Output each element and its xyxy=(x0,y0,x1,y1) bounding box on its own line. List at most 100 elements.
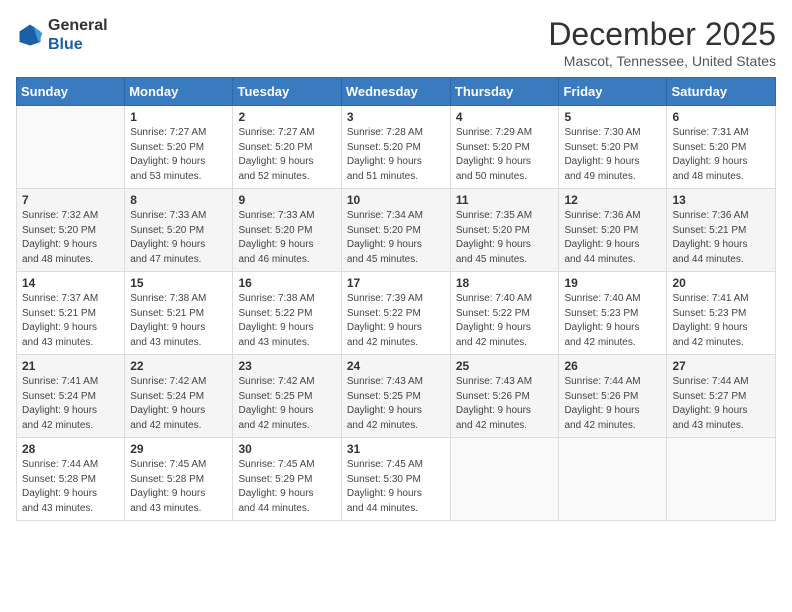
day-number: 14 xyxy=(22,276,119,290)
day-info: Sunrise: 7:35 AMSunset: 5:20 PMDaylight:… xyxy=(456,209,554,267)
day-info: Sunrise: 7:44 AMSunset: 5:28 PMDaylight:… xyxy=(22,458,119,516)
calendar-cell: 20Sunrise: 7:41 AMSunset: 5:23 PMDayligh… xyxy=(667,272,776,355)
calendar-cell: 8 Sunrise: 7:33 AMSunset: 5:20 PMDaylight… xyxy=(125,189,233,272)
day-info: Sunrise: 7:42 AMSunset: 5:24 PMDaylight:… xyxy=(130,375,227,433)
day-number: 20 xyxy=(672,276,770,290)
day-info: Sunrise: 7:39 AMSunset: 5:22 PMDaylight:… xyxy=(347,292,445,350)
calendar-cell: 14 Sunrise: 7:37 AMSunset: 5:21 PMDayligh… xyxy=(17,272,125,355)
calendar-cell: 31 Sunrise: 7:45 AMSunset: 5:30 PMDayligh… xyxy=(341,438,450,521)
day-number: 17 xyxy=(347,276,445,290)
day-number: 13 xyxy=(672,193,770,207)
day-info: Sunrise: 7:34 AMSunset: 5:20 PMDaylight:… xyxy=(347,209,445,267)
day-info: Sunrise: 7:31 AMSunset: 5:20 PMDaylight:… xyxy=(672,126,770,184)
calendar-cell: 11 Sunrise: 7:35 AMSunset: 5:20 PMDayligh… xyxy=(450,189,559,272)
day-number: 2 xyxy=(238,110,335,124)
day-info: Sunrise: 7:42 AMSunset: 5:25 PMDaylight:… xyxy=(238,375,335,433)
calendar-cell xyxy=(667,438,776,521)
day-info: Sunrise: 7:28 AMSunset: 5:20 PMDaylight:… xyxy=(347,126,445,184)
day-number: 5 xyxy=(564,110,661,124)
calendar-cell: 5 Sunrise: 7:30 AMSunset: 5:20 PMDaylight… xyxy=(559,106,667,189)
day-number: 28 xyxy=(22,442,119,456)
weekday-header: Thursday xyxy=(450,78,559,106)
calendar-cell: 26 Sunrise: 7:44 AMSunset: 5:26 PMDayligh… xyxy=(559,355,667,438)
calendar-cell: 21Sunrise: 7:41 AMSunset: 5:24 PMDayligh… xyxy=(17,355,125,438)
logo-icon xyxy=(16,21,44,49)
day-number: 22 xyxy=(130,359,227,373)
weekday-header: Sunday xyxy=(17,78,125,106)
calendar-cell xyxy=(559,438,667,521)
day-info: Sunrise: 7:33 AMSunset: 5:20 PMDaylight:… xyxy=(130,209,227,267)
calendar-cell: 17 Sunrise: 7:39 AMSunset: 5:22 PMDayligh… xyxy=(341,272,450,355)
day-info: Sunrise: 7:33 AMSunset: 5:20 PMDaylight:… xyxy=(238,209,335,267)
day-info: Sunrise: 7:44 AMSunset: 5:26 PMDaylight:… xyxy=(564,375,661,433)
day-info: Sunrise: 7:43 AMSunset: 5:25 PMDaylight:… xyxy=(347,375,445,433)
day-number: 15 xyxy=(130,276,227,290)
calendar-cell: 28 Sunrise: 7:44 AMSunset: 5:28 PMDayligh… xyxy=(17,438,125,521)
day-number: 23 xyxy=(238,359,335,373)
calendar-cell: 7Sunrise: 7:32 AMSunset: 5:20 PMDaylight… xyxy=(17,189,125,272)
day-number: 8 xyxy=(130,193,227,207)
day-number: 29 xyxy=(130,442,227,456)
title-area: December 2025 Mascot, Tennessee, United … xyxy=(548,16,776,69)
calendar-cell: 30 Sunrise: 7:45 AMSunset: 5:29 PMDayligh… xyxy=(233,438,341,521)
day-info: Sunrise: 7:40 AMSunset: 5:22 PMDaylight:… xyxy=(456,292,554,350)
weekday-header: Tuesday xyxy=(233,78,341,106)
calendar-cell: 19 Sunrise: 7:40 AMSunset: 5:23 PMDayligh… xyxy=(559,272,667,355)
day-info: Sunrise: 7:27 AMSunset: 5:20 PMDaylight:… xyxy=(130,126,227,184)
calendar-cell: 27Sunrise: 7:44 AMSunset: 5:27 PMDayligh… xyxy=(667,355,776,438)
calendar: SundayMondayTuesdayWednesdayThursdayFrid… xyxy=(16,77,776,521)
day-number: 31 xyxy=(347,442,445,456)
day-number: 4 xyxy=(456,110,554,124)
calendar-cell: 25Sunrise: 7:43 AMSunset: 5:26 PMDayligh… xyxy=(450,355,559,438)
day-info: Sunrise: 7:38 AMSunset: 5:21 PMDaylight:… xyxy=(130,292,227,350)
day-number: 30 xyxy=(238,442,335,456)
day-number: 6 xyxy=(672,110,770,124)
calendar-cell: 16 Sunrise: 7:38 AMSunset: 5:22 PMDayligh… xyxy=(233,272,341,355)
day-number: 11 xyxy=(456,193,554,207)
calendar-cell: 12Sunrise: 7:36 AMSunset: 5:20 PMDayligh… xyxy=(559,189,667,272)
calendar-cell: 4 Sunrise: 7:29 AMSunset: 5:20 PMDaylight… xyxy=(450,106,559,189)
calendar-cell: 24 Sunrise: 7:43 AMSunset: 5:25 PMDayligh… xyxy=(341,355,450,438)
day-number: 19 xyxy=(564,276,661,290)
calendar-cell: 13 Sunrise: 7:36 AMSunset: 5:21 PMDayligh… xyxy=(667,189,776,272)
calendar-cell: 2 Sunrise: 7:27 AMSunset: 5:20 PMDaylight… xyxy=(233,106,341,189)
calendar-cell: 18 Sunrise: 7:40 AMSunset: 5:22 PMDayligh… xyxy=(450,272,559,355)
logo-blue: Blue xyxy=(48,36,83,53)
day-number: 18 xyxy=(456,276,554,290)
day-info: Sunrise: 7:27 AMSunset: 5:20 PMDaylight:… xyxy=(238,126,335,184)
calendar-cell: 9Sunrise: 7:33 AMSunset: 5:20 PMDaylight… xyxy=(233,189,341,272)
location: Mascot, Tennessee, United States xyxy=(548,53,776,69)
day-number: 1 xyxy=(130,110,227,124)
day-info: Sunrise: 7:29 AMSunset: 5:20 PMDaylight:… xyxy=(456,126,554,184)
day-number: 12 xyxy=(564,193,661,207)
logo-text: General Blue xyxy=(48,16,108,54)
day-info: Sunrise: 7:45 AMSunset: 5:28 PMDaylight:… xyxy=(130,458,227,516)
month-title: December 2025 xyxy=(548,16,776,53)
weekday-header: Friday xyxy=(559,78,667,106)
day-info: Sunrise: 7:45 AMSunset: 5:29 PMDaylight:… xyxy=(238,458,335,516)
weekday-header: Wednesday xyxy=(341,78,450,106)
calendar-cell: 10 Sunrise: 7:34 AMSunset: 5:20 PMDayligh… xyxy=(341,189,450,272)
weekday-header: Monday xyxy=(125,78,233,106)
calendar-cell: 3Sunrise: 7:28 AMSunset: 5:20 PMDaylight… xyxy=(341,106,450,189)
day-info: Sunrise: 7:36 AMSunset: 5:21 PMDaylight:… xyxy=(672,209,770,267)
day-number: 16 xyxy=(238,276,335,290)
day-number: 24 xyxy=(347,359,445,373)
day-number: 26 xyxy=(564,359,661,373)
day-info: Sunrise: 7:38 AMSunset: 5:22 PMDaylight:… xyxy=(238,292,335,350)
calendar-cell: 15 Sunrise: 7:38 AMSunset: 5:21 PMDayligh… xyxy=(125,272,233,355)
day-number: 25 xyxy=(456,359,554,373)
header: General Blue December 2025 Mascot, Tenne… xyxy=(16,16,776,69)
day-number: 21 xyxy=(22,359,119,373)
day-info: Sunrise: 7:45 AMSunset: 5:30 PMDaylight:… xyxy=(347,458,445,516)
day-number: 27 xyxy=(672,359,770,373)
calendar-cell: 6 Sunrise: 7:31 AMSunset: 5:20 PMDaylight… xyxy=(667,106,776,189)
calendar-cell: 23 Sunrise: 7:42 AMSunset: 5:25 PMDayligh… xyxy=(233,355,341,438)
weekday-header: Saturday xyxy=(667,78,776,106)
calendar-cell: 22 Sunrise: 7:42 AMSunset: 5:24 PMDayligh… xyxy=(125,355,233,438)
calendar-cell: 1 Sunrise: 7:27 AMSunset: 5:20 PMDaylight… xyxy=(125,106,233,189)
day-info: Sunrise: 7:40 AMSunset: 5:23 PMDaylight:… xyxy=(564,292,661,350)
day-number: 10 xyxy=(347,193,445,207)
day-info: Sunrise: 7:30 AMSunset: 5:20 PMDaylight:… xyxy=(564,126,661,184)
day-info: Sunrise: 7:37 AMSunset: 5:21 PMDaylight:… xyxy=(22,292,119,350)
